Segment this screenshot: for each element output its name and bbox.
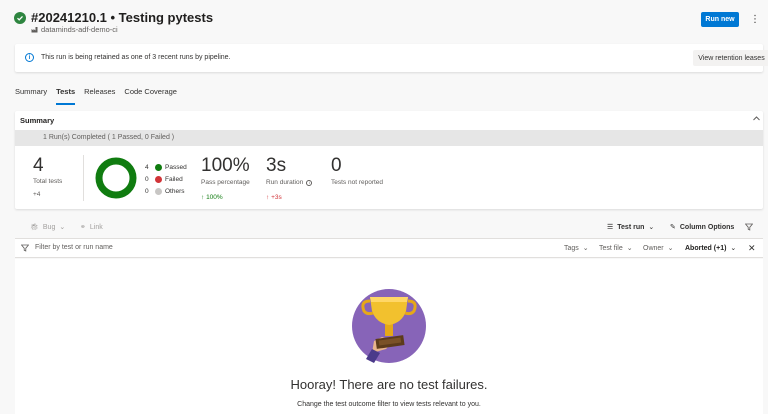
list-icon: ☰ — [607, 224, 614, 231]
bug-icon: 🐞︎ — [30, 224, 39, 231]
pipeline-name: dataminds-adf-demo-ci — [41, 25, 118, 34]
filter-icon[interactable] — [745, 223, 753, 231]
link-icon: ⚭ — [80, 224, 86, 231]
summary-card: Summary 1 Run(s) Completed ( 1 Passed, 0… — [15, 111, 763, 209]
tab-summary[interactable]: Summary — [15, 87, 47, 101]
chevron-down-icon: ⌄ — [582, 245, 589, 252]
pipeline-link[interactable]: dataminds-adf-demo-ci — [31, 25, 118, 34]
legend-others[interactable]: 0 Others — [145, 185, 187, 197]
pipeline-icon — [31, 27, 38, 33]
run-title: #20241210.1 • Testing pytests — [31, 10, 214, 25]
filter-search-input[interactable]: Filter by test or run name — [35, 244, 113, 251]
test-file-dropdown[interactable]: Test file ⌄ — [599, 244, 633, 253]
chevron-down-icon: ⌄ — [730, 245, 737, 252]
outcome-legend: 4 Passed 0 Failed 0 Others — [145, 161, 187, 197]
run-header: #20241210.1 • Testing pytests dataminds-… — [0, 0, 768, 38]
trophy-illustration-icon — [352, 289, 426, 363]
link-button[interactable]: ⚭ Link — [80, 223, 103, 232]
tags-dropdown[interactable]: Tags ⌄ — [564, 244, 589, 253]
runs-completed-bar: 1 Run(s) Completed ( 1 Passed, 0 Failed … — [15, 130, 763, 146]
total-tests-delta: +4 — [33, 191, 41, 198]
empty-state-title: Hooray! There are no test failures. — [290, 377, 488, 392]
group-by-test-run-dropdown[interactable]: ☰ Test run ⌄ — [607, 223, 655, 232]
tab-code-coverage[interactable]: Code Coverage — [124, 87, 177, 101]
run-new-button[interactable]: Run new — [701, 12, 739, 27]
results-toolbar: 🐞︎ Bug ⌄ ⚭ Link ☰ Test run ⌄ ✎ Column Op… — [15, 219, 763, 237]
results-empty-state: Hooray! There are no test failures. Chan… — [15, 259, 763, 414]
legend-failed[interactable]: 0 Failed — [145, 173, 187, 185]
pass-delta: ↑ 100% — [201, 194, 223, 201]
pencil-icon: ✎ — [670, 224, 676, 231]
summary-title: Summary — [20, 116, 55, 125]
outcome-dropdown[interactable]: Aborted (+1) ⌄ — [685, 244, 737, 253]
legend-passed[interactable]: 4 Passed — [145, 161, 187, 173]
chevron-down-icon: ⌄ — [648, 224, 655, 231]
tab-releases[interactable]: Releases — [84, 87, 115, 101]
others-dot-icon — [155, 187, 162, 195]
owner-dropdown[interactable]: Owner ⌄ — [643, 244, 674, 253]
tab-tests[interactable]: Tests — [56, 87, 76, 105]
failed-dot-icon — [155, 175, 162, 183]
success-check-icon — [14, 12, 26, 24]
tab-bar: Summary Tests Releases Code Coverage — [15, 87, 177, 105]
retention-banner: i This run is being retained as one of 3… — [15, 44, 768, 72]
total-tests-label: Total tests — [33, 178, 63, 185]
filter-icon — [20, 244, 30, 254]
chevron-down-icon: ⌄ — [667, 245, 674, 252]
collapse-chevron-up-icon[interactable] — [752, 114, 761, 125]
pass-percentage-metric: 100% Pass percentage ↑ 100% — [201, 155, 250, 201]
info-icon: i — [25, 53, 34, 62]
run-duration-metric: 3s Run duration i ↑ +3s — [266, 155, 313, 201]
total-tests-value: 4 — [33, 155, 44, 176]
filter-bar: Filter by test or run name Tags ⌄ Test fi… — [15, 238, 763, 258]
chevron-down-icon: ⌄ — [59, 224, 66, 231]
view-retention-leases-button[interactable]: View retention leases — [693, 50, 768, 66]
clear-filters-close-icon[interactable]: ✕ — [748, 243, 756, 254]
outcome-donut-chart — [95, 157, 137, 199]
not-reported-metric: 0 Tests not reported — [331, 155, 384, 186]
column-options-button[interactable]: ✎ Column Options — [670, 223, 734, 232]
info-icon[interactable]: i — [306, 179, 313, 186]
passed-dot-icon — [155, 163, 162, 171]
chevron-down-icon: ⌄ — [626, 245, 633, 252]
banner-text: This run is being retained as one of 3 r… — [41, 54, 231, 61]
divider — [83, 155, 84, 201]
more-options-icon[interactable]: ⋮ — [750, 12, 760, 27]
duration-delta: ↑ +3s — [266, 194, 282, 201]
empty-state-hint: Change the test outcome filter to view t… — [297, 401, 481, 408]
runs-completed-text: 1 Run(s) Completed ( 1 Passed, 0 Failed … — [43, 134, 175, 141]
bug-button[interactable]: 🐞︎ Bug ⌄ — [30, 223, 66, 232]
